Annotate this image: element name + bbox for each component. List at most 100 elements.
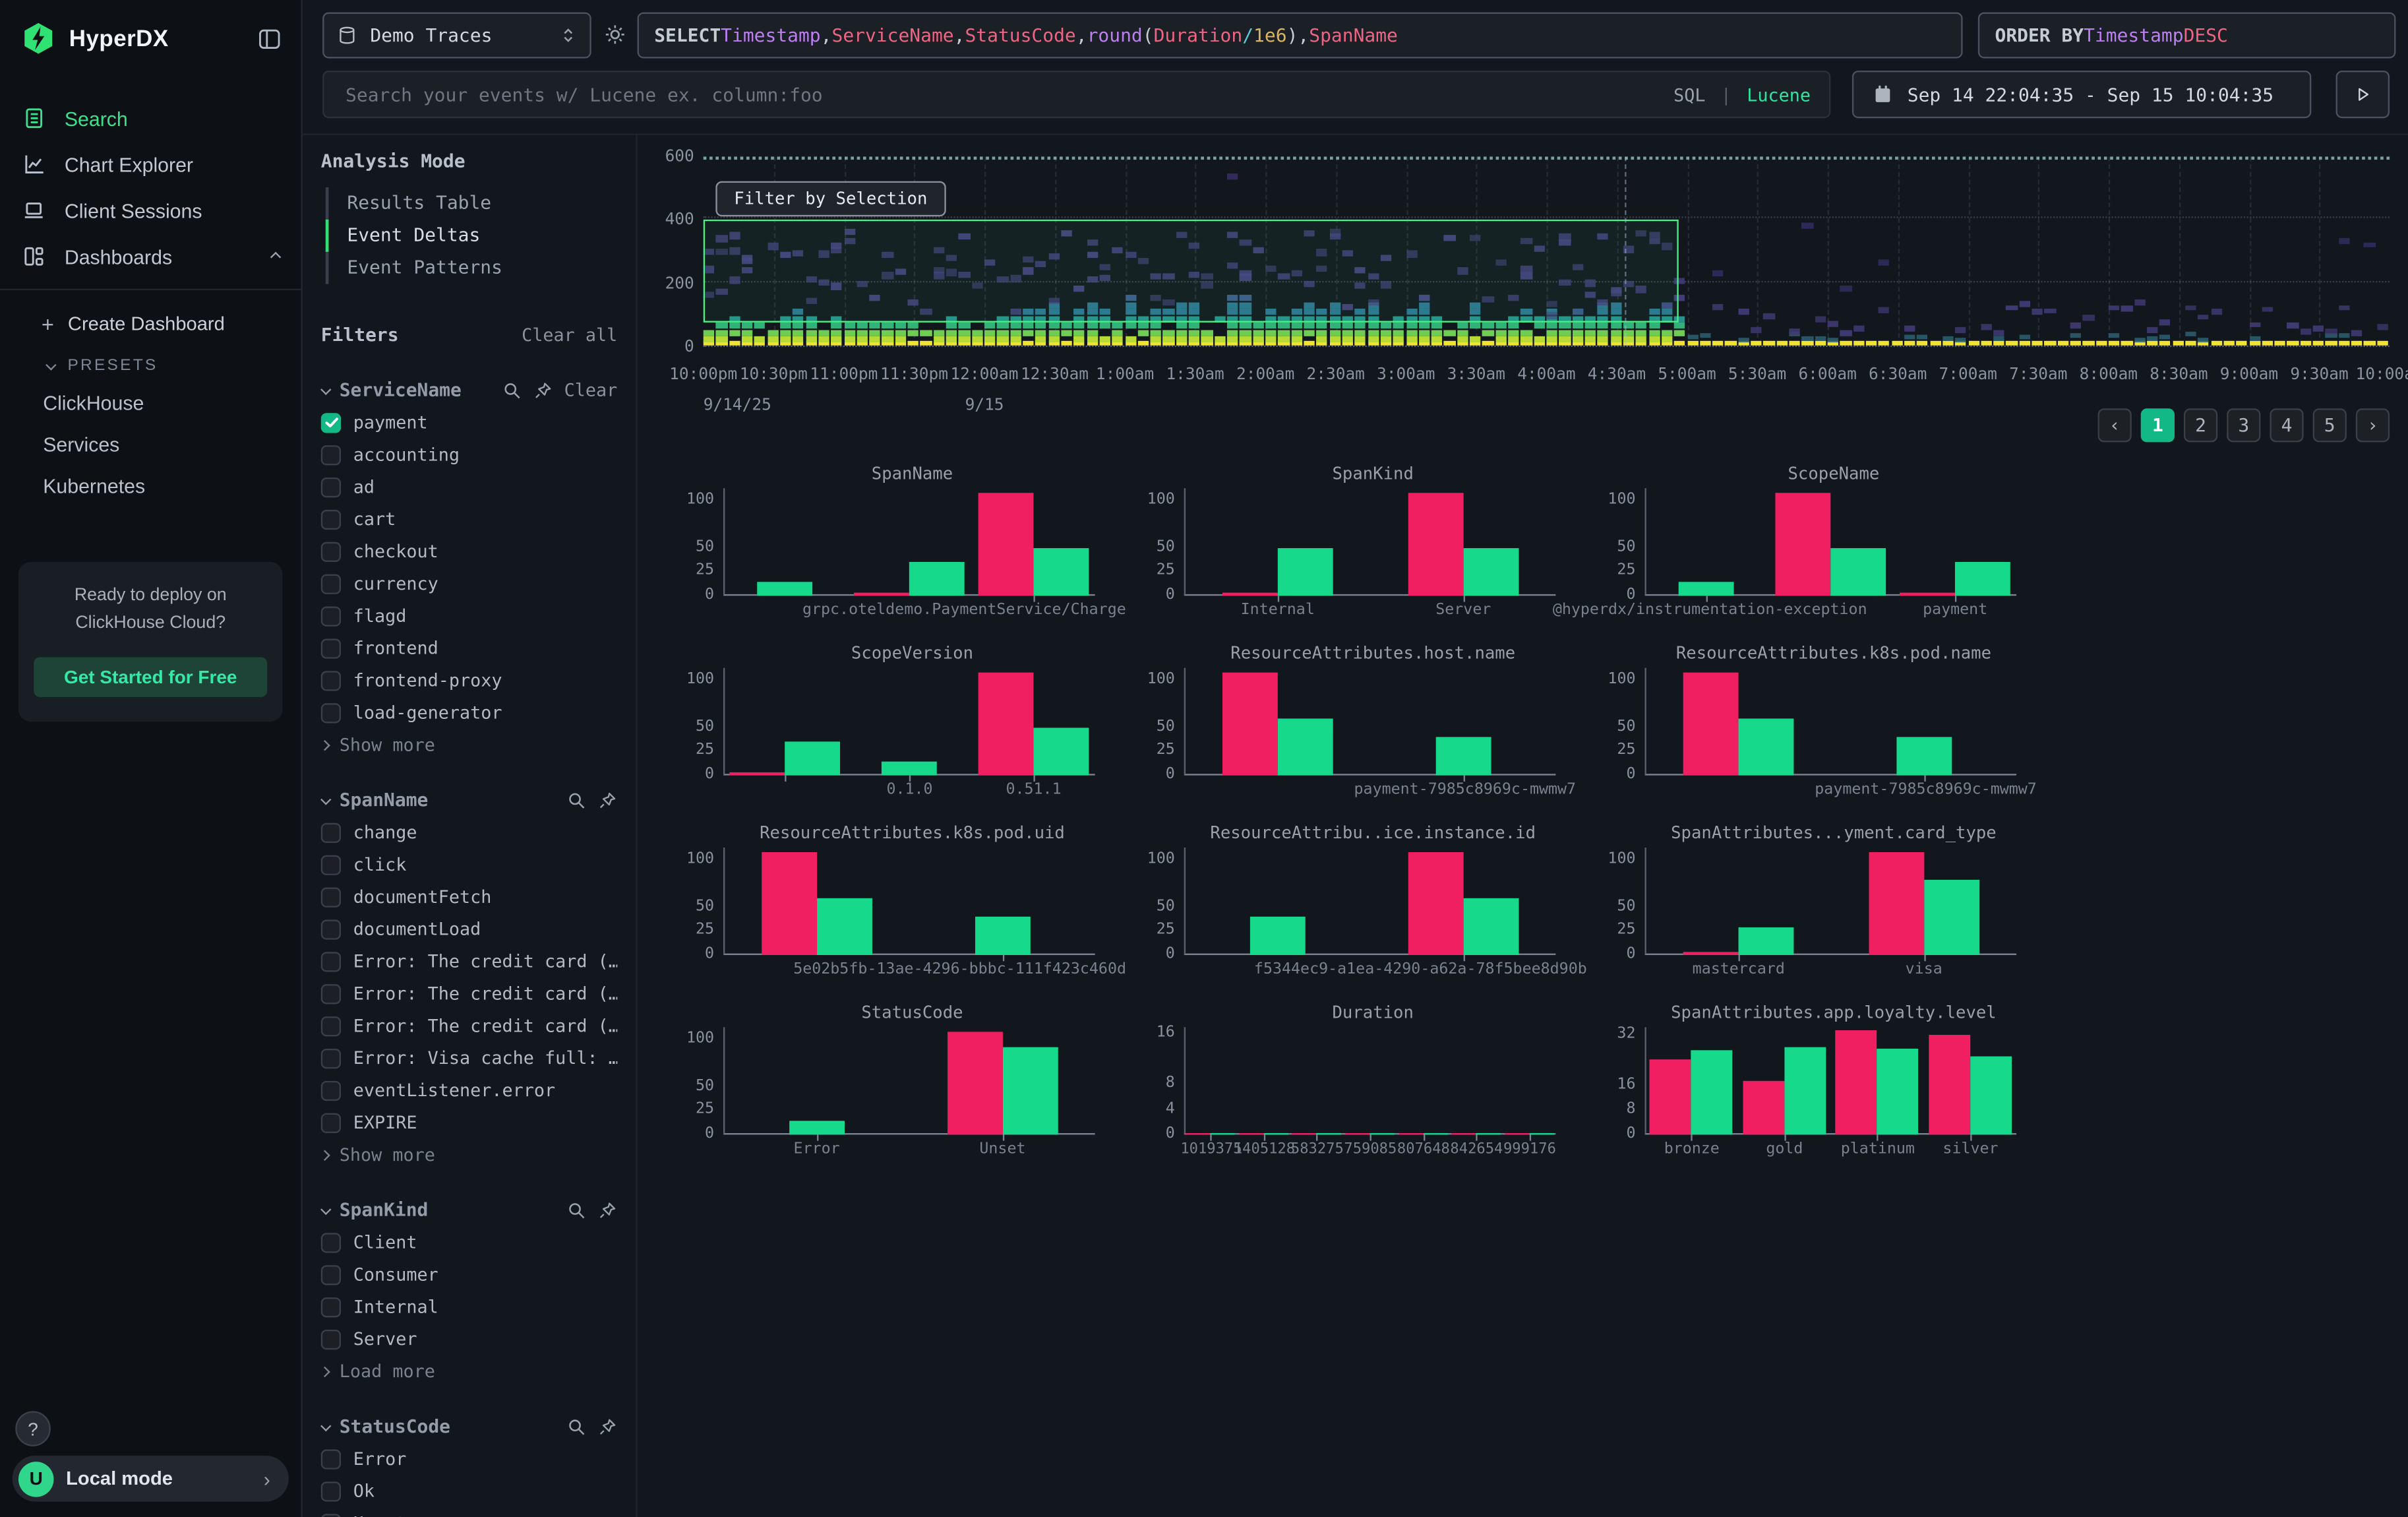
pagination-page-2[interactable]: 2 [2184,408,2217,442]
order-by-editor[interactable]: ORDER BY Timestamp DESC [1978,13,2396,59]
pagination-next-button[interactable]: › [2356,408,2390,442]
sidebar-item-kubernetes[interactable]: Kubernetes [0,465,301,507]
filter-option-ad[interactable]: ad [321,476,618,498]
sidebar-item-dashboards[interactable]: Dashboards [0,233,301,280]
show-more-link[interactable]: Show more [321,1144,618,1165]
local-mode-menu[interactable]: U Local mode › [13,1456,289,1502]
checkbox[interactable] [321,1448,341,1468]
filter-option-server[interactable]: Server [321,1328,618,1350]
sidebar-item-services[interactable]: Services [0,424,301,466]
pagination-page-3[interactable]: 3 [2227,408,2260,442]
source-select[interactable]: Demo Traces [322,13,591,59]
checkbox[interactable] [321,1232,341,1252]
filter-option-checkout[interactable]: checkout [321,540,618,562]
checkbox[interactable] [321,1113,341,1132]
checkbox[interactable] [321,702,341,722]
run-query-button[interactable] [2336,71,2390,118]
magnifier-icon[interactable] [566,1416,586,1436]
filter-option-expire[interactable]: EXPIRE [321,1111,618,1133]
filter-option-flagd[interactable]: flagd [321,605,618,627]
filter-option-consumer[interactable]: Consumer [321,1264,618,1285]
pagination-page-1[interactable]: 1 [2141,408,2175,442]
pin-icon[interactable] [533,380,553,400]
filter-option-change[interactable]: change [321,821,618,843]
filter-option-error-visa-cache-full[interactable]: Error: Visa cache full: … [321,1047,618,1069]
checkbox[interactable] [321,573,341,593]
magnifier-icon[interactable] [502,380,522,400]
filter-option-frontend[interactable]: frontend [321,637,618,659]
checkbox[interactable] [321,1016,341,1036]
checkbox[interactable] [321,477,341,497]
filter-option-eventlistener-error[interactable]: eventListener.error [321,1080,618,1101]
filter-option-load-generator[interactable]: load-generator [321,702,618,724]
help-button[interactable]: ? [15,1411,51,1446]
filter-section-header-statuscode[interactable]: StatusCode [321,1415,618,1437]
filter-option-payment[interactable]: payment [321,412,618,433]
checkbox[interactable] [321,670,341,690]
filter-option-frontend-proxy[interactable]: frontend-proxy [321,669,618,691]
filter-option-client[interactable]: Client [321,1231,618,1253]
lang-toggle-sql[interactable]: SQL [1673,84,1705,106]
filter-option-accounting[interactable]: accounting [321,444,618,466]
checkbox[interactable] [321,1264,341,1284]
pagination-page-4[interactable]: 4 [2270,408,2303,442]
filter-by-selection-button[interactable]: Filter by Selection [715,181,946,217]
checkbox[interactable] [321,1080,341,1100]
checkbox[interactable] [321,886,341,906]
checkbox[interactable] [321,822,341,842]
filter-option-internal[interactable]: Internal [321,1296,618,1318]
sidebar-item-chart-explorer[interactable]: Chart Explorer [0,141,301,187]
analysis-mode-event-patterns[interactable]: Event Patterns [326,252,618,284]
filter-option-cart[interactable]: cart [321,509,618,530]
filter-option-documentfetch[interactable]: documentFetch [321,886,618,908]
filter-section-header-spanname[interactable]: SpanName [321,789,618,811]
checkbox[interactable] [321,1513,341,1517]
sidebar-item-clickhouse[interactable]: ClickHouse [0,383,301,424]
checkbox[interactable] [321,509,341,529]
pin-icon[interactable] [597,1200,617,1220]
analysis-mode-results-table[interactable]: Results Table [326,187,618,220]
pagination-page-5[interactable]: 5 [2313,408,2347,442]
clear-all-button[interactable]: Clear all [522,324,617,346]
checkbox[interactable] [321,1297,341,1316]
pin-icon[interactable] [597,790,617,810]
checkbox[interactable] [321,1481,341,1501]
checkbox[interactable] [321,983,341,1003]
heatmap-plot[interactable]: Filter by Selection [704,156,2390,347]
checkbox[interactable] [321,1329,341,1349]
sidebar-collapse-icon[interactable] [256,25,283,51]
get-started-button[interactable]: Get Started for Free [34,656,267,697]
checkbox[interactable] [321,854,341,874]
sidebar-item-search[interactable]: Search [0,95,301,141]
load-more-link[interactable]: Load more [321,1361,618,1382]
gear-icon[interactable] [603,23,626,46]
filter-section-header-servicename[interactable]: ServiceNameClear [321,379,618,401]
pin-icon[interactable] [597,1416,617,1436]
presets-toggle[interactable]: PRESETS [0,346,301,383]
checkbox[interactable] [321,951,341,971]
magnifier-icon[interactable] [566,790,586,810]
checkbox-checked[interactable] [321,412,341,432]
filter-section-header-spankind[interactable]: SpanKind [321,1199,618,1221]
filter-option-error-the-credit-card[interactable]: Error: The credit card (… [321,950,618,972]
filter-option-currency[interactable]: currency [321,573,618,594]
magnifier-icon[interactable] [566,1200,586,1220]
sql-editor[interactable]: SELECT Timestamp, ServiceName, StatusCod… [638,13,1963,59]
checkbox[interactable] [321,542,341,561]
date-range-picker[interactable]: Sep 14 22:04:35 - Sep 15 10:04:35 [1852,71,2311,118]
filter-option-documentload[interactable]: documentLoad [321,918,618,940]
checkbox[interactable] [321,605,341,625]
search-input[interactable] [342,82,1658,107]
filter-section-clear-button[interactable]: Clear [564,379,618,401]
sidebar-item-client-sessions[interactable]: Client Sessions [0,187,301,233]
checkbox[interactable] [321,638,341,658]
checkbox[interactable] [321,1048,341,1068]
create-dashboard-button[interactable]: + Create Dashboard [0,303,301,346]
pagination-prev-button[interactable]: ‹ [2098,408,2132,442]
checkbox[interactable] [321,919,341,939]
filter-option-error[interactable]: Error [321,1448,618,1470]
lang-toggle-lucene[interactable]: Lucene [1747,84,1811,106]
checkbox[interactable] [321,445,341,464]
filter-option-error-the-credit-card[interactable]: Error: The credit card (… [321,1015,618,1037]
filter-option-error-the-credit-card[interactable]: Error: The credit card (… [321,983,618,1005]
